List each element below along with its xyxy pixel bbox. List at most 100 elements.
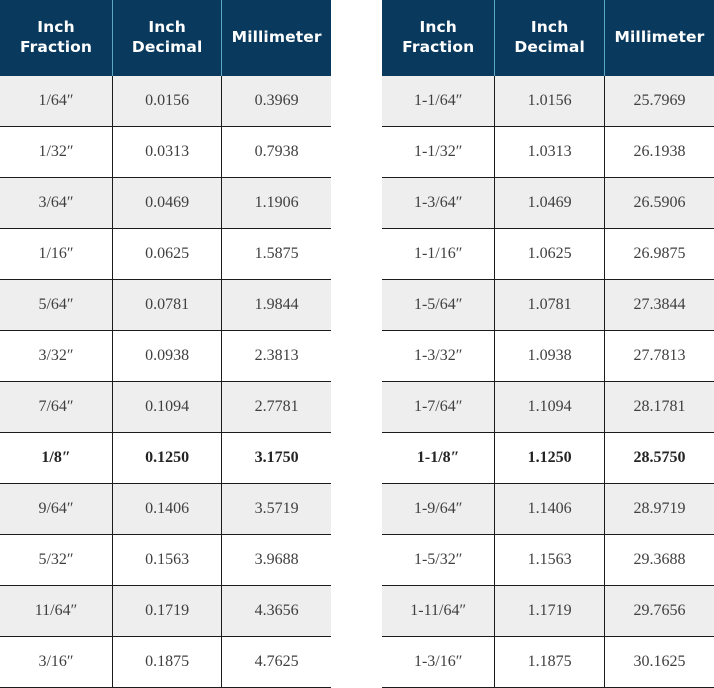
cell-millimeter[interactable]: 1.1906 xyxy=(221,177,331,229)
cell-inch-fraction[interactable]: 5/64″ xyxy=(0,279,114,331)
column-header-inch-fraction[interactable]: Inch Fraction xyxy=(0,0,114,76)
cell-inch-fraction[interactable]: 1/16″ xyxy=(0,228,114,280)
cell-inch-fraction[interactable]: 1-1/8″ xyxy=(382,432,496,484)
cell-inch-decimal[interactable]: 0.1094 xyxy=(112,381,223,433)
cell-millimeter[interactable]: 30.1625 xyxy=(603,636,714,688)
cell-inch-fraction[interactable]: 3/64″ xyxy=(0,177,114,229)
cell-inch-fraction[interactable]: 1/8″ xyxy=(0,432,114,484)
table-row[interactable]: 5/64″ 0.0781 1.9844 xyxy=(0,279,331,331)
cell-millimeter[interactable]: 26.9875 xyxy=(603,228,714,280)
table-row[interactable]: 7/64″ 0.1094 2.7781 xyxy=(0,381,331,433)
cell-millimeter[interactable]: 3.5719 xyxy=(221,483,331,535)
cell-millimeter[interactable]: 3.9688 xyxy=(221,534,331,586)
cell-inch-decimal[interactable]: 1.1094 xyxy=(494,381,605,433)
cell-inch-decimal[interactable]: 1.0938 xyxy=(494,330,605,382)
cell-millimeter[interactable]: 28.9719 xyxy=(603,483,714,535)
table-row[interactable]: 1/32″ 0.0313 0.7938 xyxy=(0,126,331,178)
cell-inch-fraction[interactable]: 5/32″ xyxy=(0,534,114,586)
cell-inch-fraction[interactable]: 7/64″ xyxy=(0,381,114,433)
cell-millimeter[interactable]: 4.7625 xyxy=(221,636,331,688)
table-row[interactable]: 1-3/32″ 1.0938 27.7813 xyxy=(382,330,714,382)
cell-inch-decimal[interactable]: 0.0938 xyxy=(112,330,223,382)
table-row[interactable]: 3/16″ 0.1875 4.7625 xyxy=(0,636,331,688)
table-row[interactable]: 1-1/8″ 1.1250 28.5750 xyxy=(382,432,714,484)
cell-millimeter[interactable]: 26.1938 xyxy=(603,126,714,178)
table-row[interactable]: 1-1/64″ 1.0156 25.7969 xyxy=(382,76,714,127)
cell-millimeter[interactable]: 25.7969 xyxy=(603,76,714,127)
table-row[interactable]: 1/8″ 0.1250 3.1750 xyxy=(0,432,331,484)
column-header-inch-fraction[interactable]: Inch Fraction xyxy=(382,0,496,76)
cell-millimeter[interactable]: 3.1750 xyxy=(221,432,331,484)
cell-millimeter[interactable]: 27.7813 xyxy=(603,330,714,382)
cell-millimeter[interactable]: 2.3813 xyxy=(221,330,331,382)
cell-inch-fraction[interactable]: 11/64″ xyxy=(0,585,114,637)
table-row[interactable]: 3/64″ 0.0469 1.1906 xyxy=(0,177,331,229)
cell-inch-decimal[interactable]: 0.0313 xyxy=(112,126,223,178)
table-row[interactable]: 1-3/64″ 1.0469 26.5906 xyxy=(382,177,714,229)
cell-inch-fraction[interactable]: 1-1/32″ xyxy=(382,126,496,178)
cell-millimeter[interactable]: 1.5875 xyxy=(221,228,331,280)
cell-millimeter[interactable]: 0.3969 xyxy=(221,76,331,127)
cell-inch-decimal[interactable]: 1.0781 xyxy=(494,279,605,331)
cell-inch-decimal[interactable]: 1.1406 xyxy=(494,483,605,535)
cell-inch-fraction[interactable]: 1-3/32″ xyxy=(382,330,496,382)
cell-inch-decimal[interactable]: 0.0156 xyxy=(112,76,223,127)
cell-inch-fraction[interactable]: 1-1/64″ xyxy=(382,76,496,127)
cell-millimeter[interactable]: 4.3656 xyxy=(221,585,331,637)
cell-millimeter[interactable]: 0.7938 xyxy=(221,126,331,178)
cell-inch-decimal[interactable]: 0.0469 xyxy=(112,177,223,229)
column-header-millimeter[interactable]: Millimeter xyxy=(221,0,331,76)
table-row[interactable]: 1-5/64″ 1.0781 27.3844 xyxy=(382,279,714,331)
cell-inch-decimal[interactable]: 1.0469 xyxy=(494,177,605,229)
cell-millimeter[interactable]: 28.5750 xyxy=(603,432,714,484)
table-row[interactable]: 1-11/64″ 1.1719 29.7656 xyxy=(382,585,714,637)
cell-inch-decimal[interactable]: 0.1563 xyxy=(112,534,223,586)
cell-inch-decimal[interactable]: 0.1719 xyxy=(112,585,223,637)
table-row[interactable]: 1-3/16″ 1.1875 30.1625 xyxy=(382,636,714,688)
cell-millimeter[interactable]: 29.7656 xyxy=(603,585,714,637)
cell-inch-fraction[interactable]: 3/16″ xyxy=(0,636,114,688)
column-header-inch-decimal[interactable]: Inch Decimal xyxy=(112,0,223,76)
cell-inch-decimal[interactable]: 1.1563 xyxy=(494,534,605,586)
table-row[interactable]: 5/32″ 0.1563 3.9688 xyxy=(0,534,331,586)
cell-inch-fraction[interactable]: 1-1/16″ xyxy=(382,228,496,280)
table-row[interactable]: 1-7/64″ 1.1094 28.1781 xyxy=(382,381,714,433)
cell-millimeter[interactable]: 1.9844 xyxy=(221,279,331,331)
table-row[interactable]: 1-9/64″ 1.1406 28.9719 xyxy=(382,483,714,535)
cell-inch-decimal[interactable]: 0.1406 xyxy=(112,483,223,535)
cell-inch-fraction[interactable]: 1-3/64″ xyxy=(382,177,496,229)
cell-inch-fraction[interactable]: 1-3/16″ xyxy=(382,636,496,688)
table-row[interactable]: 1/16″ 0.0625 1.5875 xyxy=(0,228,331,280)
cell-inch-fraction[interactable]: 3/32″ xyxy=(0,330,114,382)
column-header-millimeter[interactable]: Millimeter xyxy=(604,0,714,76)
cell-inch-decimal[interactable]: 1.1250 xyxy=(494,432,605,484)
table-row[interactable]: 1/64″ 0.0156 0.3969 xyxy=(0,76,331,127)
cell-inch-fraction[interactable]: 1/32″ xyxy=(0,126,114,178)
column-header-inch-decimal[interactable]: Inch Decimal xyxy=(494,0,605,76)
cell-inch-fraction[interactable]: 1/64″ xyxy=(0,76,114,127)
table-row[interactable]: 1-5/32″ 1.1563 29.3688 xyxy=(382,534,714,586)
table-row[interactable]: 9/64″ 0.1406 3.5719 xyxy=(0,483,331,535)
cell-inch-fraction[interactable]: 1-5/32″ xyxy=(382,534,496,586)
cell-millimeter[interactable]: 26.5906 xyxy=(603,177,714,229)
cell-inch-decimal[interactable]: 1.0313 xyxy=(494,126,605,178)
cell-millimeter[interactable]: 27.3844 xyxy=(603,279,714,331)
cell-inch-fraction[interactable]: 1-7/64″ xyxy=(382,381,496,433)
cell-inch-decimal[interactable]: 0.1875 xyxy=(112,636,223,688)
cell-inch-decimal[interactable]: 1.0156 xyxy=(494,76,605,127)
table-row[interactable]: 1-1/32″ 1.0313 26.1938 xyxy=(382,126,714,178)
table-row[interactable]: 11/64″ 0.1719 4.3656 xyxy=(0,585,331,637)
cell-millimeter[interactable]: 2.7781 xyxy=(221,381,331,433)
cell-inch-decimal[interactable]: 0.0625 xyxy=(112,228,223,280)
cell-inch-decimal[interactable]: 0.1250 xyxy=(112,432,223,484)
cell-inch-fraction[interactable]: 1-9/64″ xyxy=(382,483,496,535)
cell-millimeter[interactable]: 28.1781 xyxy=(603,381,714,433)
table-row[interactable]: 3/32″ 0.0938 2.3813 xyxy=(0,330,331,382)
cell-inch-decimal[interactable]: 1.0625 xyxy=(494,228,605,280)
cell-millimeter[interactable]: 29.3688 xyxy=(603,534,714,586)
cell-inch-fraction[interactable]: 1-5/64″ xyxy=(382,279,496,331)
cell-inch-fraction[interactable]: 1-11/64″ xyxy=(382,585,496,637)
cell-inch-fraction[interactable]: 9/64″ xyxy=(0,483,114,535)
cell-inch-decimal[interactable]: 1.1875 xyxy=(494,636,605,688)
cell-inch-decimal[interactable]: 1.1719 xyxy=(494,585,605,637)
